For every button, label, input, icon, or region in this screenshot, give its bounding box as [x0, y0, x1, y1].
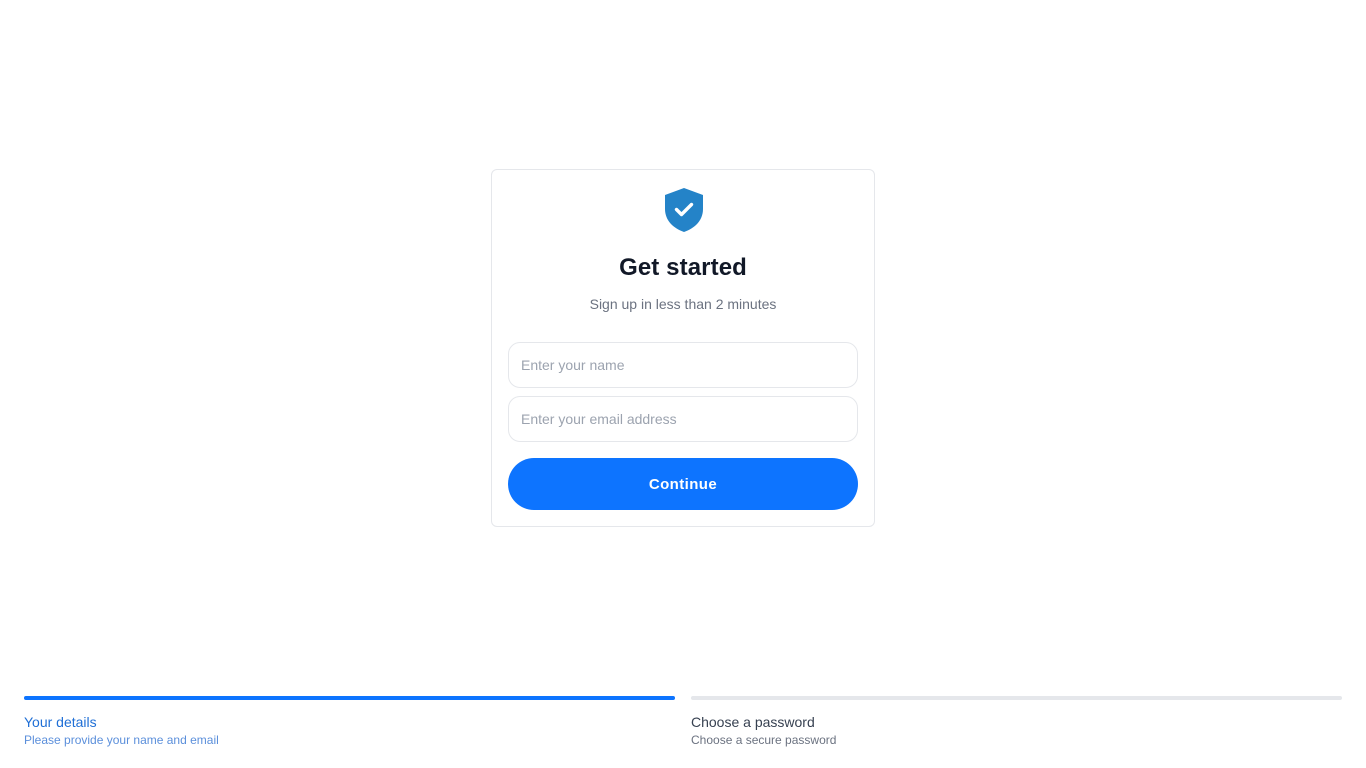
name-input[interactable] — [508, 342, 858, 388]
progress-steps: Your details Please provide your name an… — [24, 696, 1342, 756]
continue-button[interactable]: Continue — [508, 458, 858, 510]
page-title: Get started — [619, 254, 747, 281]
page-subtitle: Sign up in less than 2 minutes — [589, 296, 777, 312]
step-description: Choose a secure password — [691, 733, 837, 747]
step-description: Please provide your name and email — [24, 733, 219, 747]
signup-page: Get started Sign up in less than 2 minut… — [0, 0, 1366, 768]
step-title: Choose a password — [691, 714, 815, 730]
step-title: Your details — [24, 714, 97, 730]
step-progress-fill — [24, 696, 675, 700]
step-your-details: Your details Please provide your name an… — [24, 696, 675, 747]
step-choose-password: Choose a password Choose a secure passwo… — [691, 696, 1342, 747]
step-progress-bar — [24, 696, 675, 700]
shield-check-icon — [665, 188, 703, 232]
step-progress-bar — [691, 696, 1342, 700]
email-input[interactable] — [508, 396, 858, 442]
signup-card: Get started Sign up in less than 2 minut… — [491, 169, 875, 527]
